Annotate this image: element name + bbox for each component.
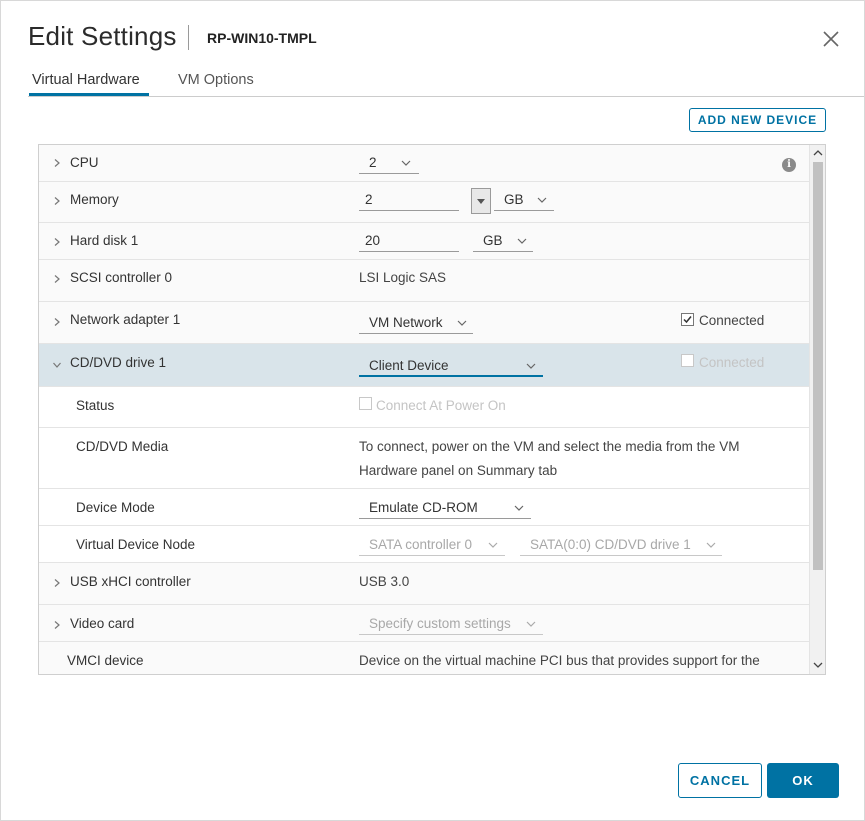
cancel-button[interactable]: CANCEL: [678, 763, 762, 798]
row-virtual-device-node: Virtual Device Node SATA controller 0 SA…: [39, 526, 809, 563]
checkmark-icon: [683, 316, 692, 324]
chevron-down-icon: [526, 363, 536, 369]
cddvd-media-text-line1: To connect, power on the VM and select t…: [359, 439, 740, 454]
row-video-card[interactable]: Video card Specify custom settings: [39, 605, 809, 642]
chevron-down-icon: [488, 542, 498, 548]
row-cddvd-drive[interactable]: CD/DVD drive 1 Client Device Connected: [39, 344, 809, 387]
memory-label: Memory: [70, 192, 119, 207]
chevron-right-icon[interactable]: [53, 579, 61, 587]
vmci-value: Device on the virtual machine PCI bus th…: [359, 653, 760, 668]
cpu-value: 2: [369, 155, 377, 170]
tab-bar: Virtual Hardware VM Options: [28, 65, 864, 97]
row-status: Status Connect At Power On: [39, 387, 809, 428]
device-mode-select[interactable]: Emulate CD-ROM: [359, 497, 531, 519]
row-cpu[interactable]: CPU 2 i: [39, 145, 809, 182]
title-divider: [188, 25, 189, 50]
row-memory[interactable]: Memory 2 GB: [39, 182, 809, 223]
network-select[interactable]: VM Network: [359, 312, 473, 334]
cddvd-type-select[interactable]: Client Device: [359, 355, 543, 377]
cpu-label: CPU: [70, 155, 99, 170]
cddvd-connected-checkbox[interactable]: [681, 354, 694, 367]
video-card-select[interactable]: Specify custom settings: [359, 613, 543, 635]
memory-unit: GB: [504, 192, 524, 207]
cpu-select[interactable]: 2: [359, 152, 419, 174]
memory-value: 2: [365, 192, 373, 207]
usb-value: USB 3.0: [359, 574, 410, 589]
chevron-down-icon: [706, 542, 716, 548]
video-card-label: Video card: [70, 616, 135, 631]
row-device-mode: Device Mode Emulate CD-ROM: [39, 489, 809, 526]
hard-disk-unit: GB: [483, 233, 503, 248]
scrollbar-thumb[interactable]: [813, 162, 823, 570]
grid-scrollbar[interactable]: [809, 145, 825, 674]
hard-disk-input[interactable]: 20: [359, 230, 459, 252]
chevron-down-icon: [401, 160, 411, 166]
scroll-down-icon[interactable]: [813, 662, 823, 668]
connect-at-power-on-label: Connect At Power On: [376, 398, 506, 413]
vmci-label: VMCI device: [67, 653, 144, 668]
device-mode-label: Device Mode: [76, 500, 155, 515]
row-network-adapter[interactable]: Network adapter 1 VM Network Connected: [39, 302, 809, 344]
hard-disk-label: Hard disk 1: [70, 233, 139, 248]
network-label: Network adapter 1: [70, 312, 181, 327]
tab-vm-options[interactable]: VM Options: [178, 72, 254, 88]
vm-name: RP-WIN10-TMPL: [207, 30, 317, 46]
memory-dropdown-toggle[interactable]: [471, 188, 491, 214]
chevron-right-icon[interactable]: [53, 621, 61, 629]
hard-disk-unit-select[interactable]: GB: [473, 230, 533, 252]
row-cddvd-media: CD/DVD Media To connect, power on the VM…: [39, 428, 809, 489]
usb-label: USB xHCI controller: [70, 574, 191, 589]
chevron-right-icon[interactable]: [53, 318, 61, 326]
hardware-grid: CPU 2 i Memory 2 GB Hard disk 1 20 GB SC…: [38, 144, 826, 675]
vdn-node-value: SATA(0:0) CD/DVD drive 1: [530, 537, 691, 552]
memory-input[interactable]: 2: [359, 189, 459, 211]
row-hard-disk[interactable]: Hard disk 1 20 GB: [39, 223, 809, 260]
chevron-right-icon[interactable]: [53, 159, 61, 167]
cddvd-media-label: CD/DVD Media: [76, 439, 169, 454]
cddvd-connected-label: Connected: [699, 355, 765, 370]
chevron-right-icon[interactable]: [53, 197, 61, 205]
network-connected-label: Connected: [699, 313, 765, 328]
vdn-controller-value: SATA controller 0: [369, 537, 473, 552]
connect-at-power-on-checkbox[interactable]: [359, 397, 372, 410]
vdn-controller-select[interactable]: SATA controller 0: [359, 534, 505, 556]
network-value: VM Network: [369, 315, 443, 330]
active-tab-indicator: [29, 93, 149, 96]
row-usb-controller[interactable]: USB xHCI controller USB 3.0: [39, 563, 809, 605]
scsi-label: SCSI controller 0: [70, 270, 173, 285]
chevron-down-icon: [537, 197, 547, 203]
tab-virtual-hardware[interactable]: Virtual Hardware: [32, 72, 140, 88]
vdn-label: Virtual Device Node: [76, 537, 196, 552]
row-scsi-controller[interactable]: SCSI controller 0 LSI Logic SAS: [39, 260, 809, 302]
chevron-down-icon: [457, 320, 467, 326]
cddvd-media-text-line2: Hardware panel on Summary tab: [359, 463, 558, 478]
scsi-value: LSI Logic SAS: [359, 270, 447, 285]
cddvd-value: Client Device: [369, 358, 449, 373]
chevron-down-icon: [526, 621, 536, 627]
chevron-down-icon: [514, 505, 524, 511]
scroll-up-icon[interactable]: [813, 150, 823, 156]
chevron-right-icon[interactable]: [53, 238, 61, 246]
info-icon[interactable]: i: [782, 158, 796, 172]
status-label: Status: [76, 398, 115, 413]
chevron-down-icon[interactable]: [53, 361, 61, 369]
dialog-title: Edit Settings: [28, 21, 177, 51]
edit-settings-dialog: Edit Settings RP-WIN10-TMPL Virtual Hard…: [0, 0, 865, 821]
hard-disk-value: 20: [365, 233, 381, 248]
video-card-value: Specify custom settings: [369, 616, 511, 631]
cddvd-label: CD/DVD drive 1: [70, 355, 167, 370]
ok-button[interactable]: OK: [767, 763, 839, 798]
vdn-node-select[interactable]: SATA(0:0) CD/DVD drive 1: [520, 534, 722, 556]
close-icon[interactable]: [819, 27, 843, 51]
network-connected-checkbox[interactable]: [681, 313, 694, 326]
device-mode-value: Emulate CD-ROM: [369, 500, 478, 515]
memory-unit-select[interactable]: GB: [494, 189, 554, 211]
row-vmci-device[interactable]: VMCI device Device on the virtual machin…: [39, 642, 809, 674]
chevron-down-icon: [517, 238, 527, 244]
chevron-right-icon[interactable]: [53, 275, 61, 283]
add-new-device-button[interactable]: ADD NEW DEVICE: [689, 108, 826, 132]
caret-down-icon: [477, 199, 485, 204]
